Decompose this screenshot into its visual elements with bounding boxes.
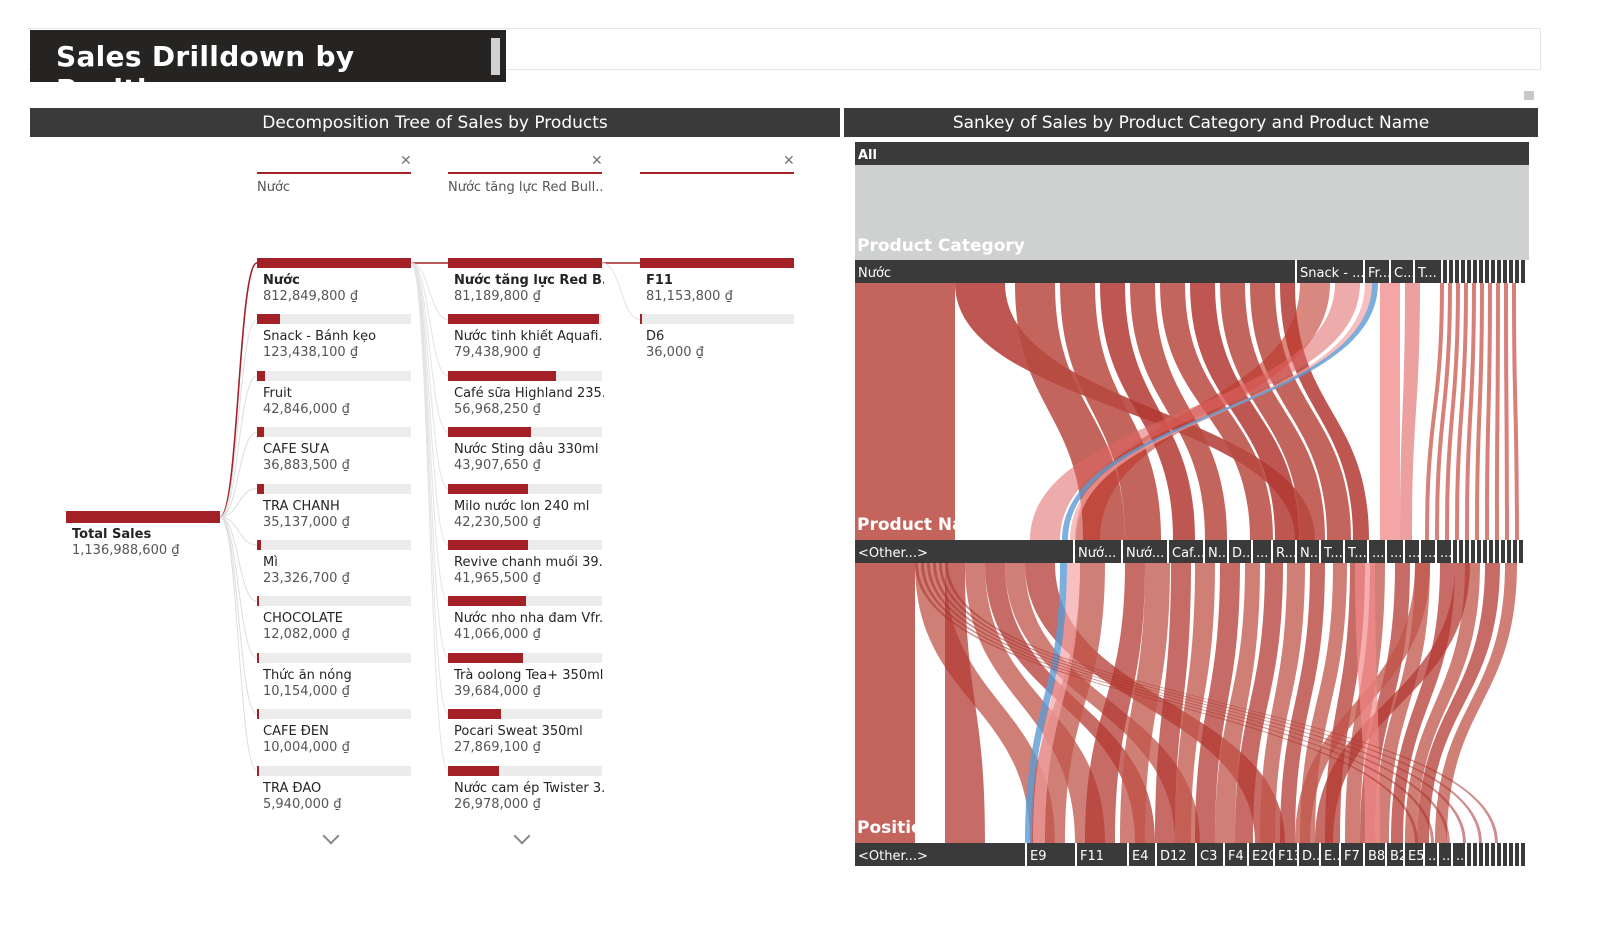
product-name-node-small[interactable] (1483, 540, 1487, 563)
position-node[interactable]: <Other...> (855, 843, 1025, 866)
category-node-small[interactable] (1521, 260, 1525, 283)
position-node-small[interactable] (1503, 843, 1507, 866)
sankey-flow-category-name[interactable] (1475, 283, 1484, 540)
product-name-node-small[interactable] (1495, 540, 1499, 563)
product-name-node[interactable]: <Other...> (855, 540, 1073, 563)
category-node-small[interactable] (1443, 260, 1447, 283)
product-name-node[interactable]: Nướ... (1123, 540, 1167, 563)
product-name-node-small[interactable] (1507, 540, 1511, 563)
category-node[interactable]: C... (1391, 260, 1413, 283)
product-name-node-small[interactable] (1453, 540, 1457, 563)
product-name-node[interactable]: N... (1205, 540, 1227, 563)
position-node[interactable]: E5 (1405, 843, 1423, 866)
position-node-small[interactable] (1473, 843, 1477, 866)
category-node-small[interactable] (1509, 260, 1513, 283)
position-node[interactable]: F7 (1341, 843, 1363, 866)
product-name-node[interactable]: ... (1405, 540, 1419, 563)
category-node-small[interactable] (1479, 260, 1483, 283)
category-node[interactable]: T... (1415, 260, 1441, 283)
position-node[interactable]: B2 (1387, 843, 1403, 866)
product-name-node[interactable]: D... (1229, 540, 1251, 563)
sankey-svg (855, 165, 1529, 843)
position-node-small[interactable] (1509, 843, 1513, 866)
sankey-flow-category-name[interactable] (1485, 283, 1492, 540)
stage-label-position: Position (857, 818, 935, 838)
sankey-flow-category-name[interactable] (1400, 283, 1420, 540)
category-node-small[interactable] (1497, 260, 1501, 283)
category-node[interactable]: Nước (855, 260, 1295, 283)
product-name-node[interactable]: T... (1321, 540, 1343, 563)
category-node[interactable]: Snack - ... (1297, 260, 1363, 283)
position-node[interactable]: F13 (1275, 843, 1297, 866)
sankey-all-node[interactable]: All (855, 142, 1529, 165)
category-node-small[interactable] (1473, 260, 1477, 283)
category-node-small[interactable] (1515, 260, 1519, 283)
stage-label-category: Product Category (857, 236, 1025, 256)
product-name-node[interactable]: Nướ... (1075, 540, 1121, 563)
position-node[interactable]: E20 (1249, 843, 1273, 866)
sankey-flow-category-name[interactable] (1512, 283, 1519, 540)
category-node-small[interactable] (1461, 260, 1465, 283)
position-node[interactable]: ... (1439, 843, 1451, 866)
sankey-flow-category-name[interactable] (1380, 283, 1400, 540)
product-name-node[interactable]: ... (1437, 540, 1451, 563)
sankey-flow-category-name[interactable] (1495, 283, 1500, 540)
position-node-small[interactable] (1467, 843, 1471, 866)
product-name-node[interactable]: ... (1369, 540, 1385, 563)
category-node-small[interactable] (1449, 260, 1453, 283)
product-name-node[interactable]: T... (1345, 540, 1367, 563)
position-node[interactable]: E... (1321, 843, 1339, 866)
product-name-node-small[interactable] (1459, 540, 1463, 563)
position-node[interactable]: D12 (1157, 843, 1195, 866)
position-node[interactable]: F4 (1225, 843, 1247, 866)
product-name-node-small[interactable] (1501, 540, 1505, 563)
product-name-node[interactable]: N... (1297, 540, 1319, 563)
category-node-small[interactable] (1455, 260, 1459, 283)
position-node[interactable]: ... (1425, 843, 1437, 866)
sankey-flow-category-name[interactable] (1435, 283, 1452, 540)
sankey-flow-name-position[interactable] (855, 563, 915, 843)
category-node-small[interactable] (1491, 260, 1495, 283)
sankey-flow-category-name[interactable] (855, 283, 955, 540)
product-name-node-small[interactable] (1465, 540, 1469, 563)
product-name-node[interactable]: R... (1273, 540, 1295, 563)
product-name-node-small[interactable] (1489, 540, 1493, 563)
position-node[interactable]: E4 (1129, 843, 1155, 866)
position-node-small[interactable] (1521, 843, 1525, 866)
sankey-flow-category-name[interactable] (1504, 283, 1509, 540)
product-name-node[interactable]: ... (1421, 540, 1435, 563)
stage-label-name: Product Name (857, 515, 993, 535)
position-node-small[interactable] (1491, 843, 1495, 866)
position-node-small[interactable] (1497, 843, 1501, 866)
position-node[interactable]: D... (1299, 843, 1319, 866)
category-node-small[interactable] (1503, 260, 1507, 283)
category-node-small[interactable] (1485, 260, 1489, 283)
position-node[interactable]: E9 (1027, 843, 1075, 866)
category-node-small[interactable] (1467, 260, 1471, 283)
position-node-small[interactable] (1485, 843, 1489, 866)
category-node[interactable]: Fr... (1365, 260, 1389, 283)
product-name-node-small[interactable] (1513, 540, 1517, 563)
product-name-node[interactable]: ... (1253, 540, 1271, 563)
sankey-flow-category-name[interactable] (1425, 283, 1444, 540)
position-node[interactable]: C3 (1197, 843, 1223, 866)
position-node-small[interactable] (1515, 843, 1519, 866)
product-name-node-small[interactable] (1519, 540, 1523, 563)
position-node[interactable]: ... (1453, 843, 1465, 866)
position-node-small[interactable] (1479, 843, 1483, 866)
position-node[interactable]: B8 (1365, 843, 1385, 866)
product-name-node[interactable]: Caf... (1169, 540, 1203, 563)
product-name-node-small[interactable] (1471, 540, 1475, 563)
position-node[interactable]: F11 (1077, 843, 1127, 866)
product-name-node[interactable]: ... (1387, 540, 1403, 563)
product-name-node-small[interactable] (1477, 540, 1481, 563)
